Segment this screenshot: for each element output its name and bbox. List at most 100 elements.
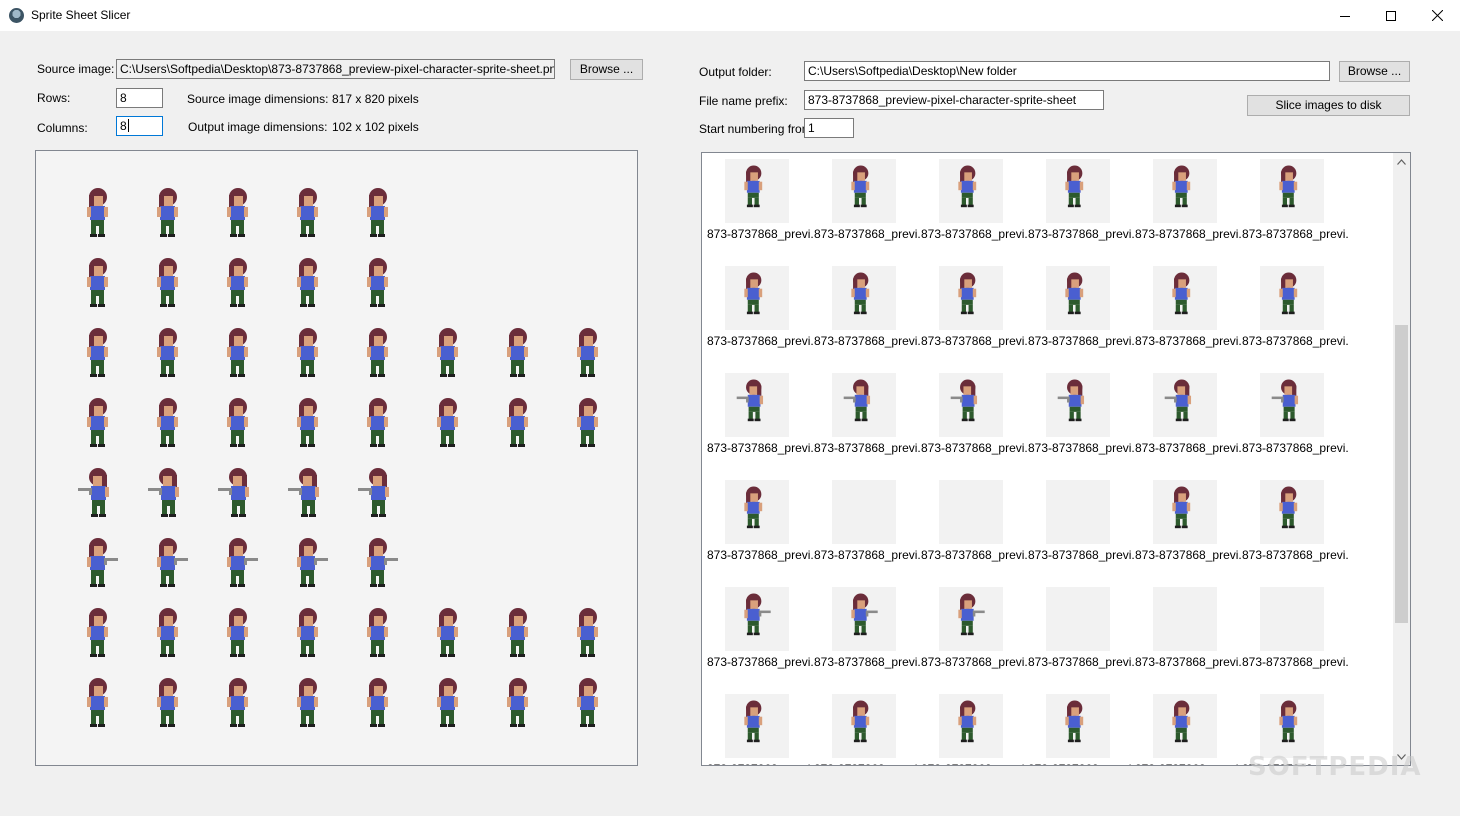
tile-item[interactable]: 873-8737868_previ... [1135, 373, 1242, 480]
tile-caption: 873-8737868_previ... [707, 548, 814, 562]
tile-item[interactable]: 873-8737868_previ... [1028, 587, 1135, 694]
tile-caption: 873-8737868_previ... [1028, 548, 1135, 562]
tile-thumbnail [725, 159, 789, 223]
tile-item[interactable]: 873-8737868_previ... [1028, 694, 1135, 765]
tile-caption: 873-8737868_previ... [1028, 227, 1135, 241]
tile-item[interactable]: 873-8737868_previ... [1028, 266, 1135, 373]
tile-item[interactable]: 873-8737868_previ... [814, 587, 921, 694]
maximize-button[interactable] [1368, 0, 1414, 31]
sheet-sprite [146, 605, 190, 661]
tile-item[interactable]: 873-8737868_previ... [1135, 266, 1242, 373]
slice-images-button[interactable]: Slice images to disk [1247, 95, 1410, 116]
tile-sprite [1270, 163, 1307, 211]
tile-item[interactable]: 873-8737868_previ... [1135, 480, 1242, 587]
tile-item[interactable]: 873-8737868_previ... [814, 373, 921, 480]
tile-sprite [1163, 270, 1200, 318]
close-button[interactable] [1414, 0, 1460, 31]
rows-field[interactable]: 8 [116, 88, 163, 108]
tile-item[interactable]: 873-8737868_previ... [707, 266, 814, 373]
tile-item[interactable]: 873-8737868_previ... [1242, 480, 1349, 587]
tile-sprite [842, 591, 879, 639]
sheet-sprite [356, 535, 400, 591]
sheet-sprite [146, 675, 190, 731]
tile-item[interactable]: 873-8737868_previ... [921, 694, 1028, 765]
tile-item[interactable]: 873-8737868_previ... [814, 480, 921, 587]
tile-caption: 873-8737868_previ... [1135, 655, 1242, 669]
sheet-sprite [216, 395, 260, 451]
scroll-up-button[interactable] [1393, 153, 1410, 170]
tile-item[interactable]: 873-8737868_previ... [921, 480, 1028, 587]
columns-field[interactable]: 8 [116, 116, 163, 136]
tile-item[interactable]: 873-8737868_previ... [1242, 587, 1349, 694]
sheet-sprite [496, 395, 540, 451]
tile-caption: 873-8737868_previ... [814, 441, 921, 455]
tile-thumbnail [1153, 373, 1217, 437]
sheet-sprite [496, 605, 540, 661]
tile-item[interactable]: 873-8737868_previ... [1242, 373, 1349, 480]
output-folder-field[interactable]: C:\Users\Softpedia\Desktop\New folder [804, 61, 1330, 81]
sheet-sprite [426, 395, 470, 451]
sheet-sprite [286, 255, 330, 311]
source-browse-button[interactable]: Browse ... [570, 59, 643, 80]
maximize-icon [1386, 10, 1396, 21]
tile-item[interactable]: 873-8737868_previ... [814, 159, 921, 266]
tile-item[interactable]: 873-8737868_previ... [707, 159, 814, 266]
tile-caption: 873-8737868_previ... [921, 334, 1028, 348]
tile-thumbnail [725, 373, 789, 437]
tile-caption: 873-8737868_previ... [1242, 655, 1349, 669]
tile-sprite [949, 163, 986, 211]
tile-item[interactable]: 873-8737868_previ... [707, 480, 814, 587]
tile-item[interactable]: 873-8737868_previ... [814, 266, 921, 373]
source-image-field[interactable]: C:\Users\Softpedia\Desktop\873-8737868_p… [116, 59, 555, 79]
output-dimensions-label: Output image dimensions: [188, 120, 328, 134]
tile-item[interactable]: 873-8737868_previ... [921, 373, 1028, 480]
tile-sprite [1270, 484, 1307, 532]
tile-item[interactable]: 873-8737868_previ... [1028, 480, 1135, 587]
sheet-sprite [566, 395, 610, 451]
sheet-sprite [356, 325, 400, 381]
tile-caption: 873-8737868_previ... [1028, 762, 1135, 765]
tile-item[interactable]: 873-8737868_previ... [1135, 694, 1242, 765]
scroll-thumb[interactable] [1395, 325, 1408, 623]
tile-item[interactable]: 873-8737868_previ... [1028, 159, 1135, 266]
tiles-scrollbar[interactable] [1393, 153, 1410, 765]
tile-item[interactable]: 873-8737868_previ... [921, 159, 1028, 266]
tile-thumbnail [939, 373, 1003, 437]
tile-thumbnail [1260, 480, 1324, 544]
sheet-sprite [146, 465, 190, 521]
tile-caption: 873-8737868_previ... [1028, 655, 1135, 669]
start-numbering-field[interactable]: 1 [804, 118, 854, 138]
tile-item[interactable]: 873-8737868_previ... [1135, 159, 1242, 266]
tile-item[interactable]: 873-8737868_previ... [921, 587, 1028, 694]
tile-item[interactable]: 873-8737868_previ... [814, 694, 921, 765]
sheet-sprite [356, 465, 400, 521]
tile-item[interactable]: 873-8737868_previ... [707, 587, 814, 694]
softpedia-watermark: SOFTPEDIA [1248, 752, 1422, 782]
tile-item[interactable]: 873-8737868_previ... [1242, 266, 1349, 373]
output-browse-button[interactable]: Browse ... [1339, 61, 1410, 82]
tile-item[interactable]: 873-8737868_previ... [707, 694, 814, 765]
tile-sprite [735, 163, 772, 211]
tile-thumbnail [725, 266, 789, 330]
file-prefix-field[interactable]: 873-8737868_preview-pixel-character-spri… [804, 90, 1104, 110]
tile-sprite [1270, 270, 1307, 318]
sheet-sprite [216, 675, 260, 731]
tile-sprite [1056, 377, 1093, 425]
tile-caption: 873-8737868_previ... [1242, 548, 1349, 562]
tile-sprite [1163, 163, 1200, 211]
sheet-sprite [76, 675, 120, 731]
sliced-tiles-list[interactable]: 873-8737868_previ... 873-8737868_previ...… [701, 152, 1411, 766]
tile-item[interactable]: 873-8737868_previ... [1135, 587, 1242, 694]
tile-item[interactable]: 873-8737868_previ... [1028, 373, 1135, 480]
sheet-sprite [286, 395, 330, 451]
tile-caption: 873-8737868_previ... [707, 227, 814, 241]
sheet-sprite [426, 605, 470, 661]
tile-item[interactable]: 873-8737868_previ... [707, 373, 814, 480]
tile-item[interactable]: 873-8737868_previ... [921, 266, 1028, 373]
sheet-sprite [356, 185, 400, 241]
sheet-sprite [216, 465, 260, 521]
sheet-sprite [356, 675, 400, 731]
sheet-sprite [216, 535, 260, 591]
tile-item[interactable]: 873-8737868_previ... [1242, 159, 1349, 266]
minimize-button[interactable] [1322, 0, 1368, 31]
